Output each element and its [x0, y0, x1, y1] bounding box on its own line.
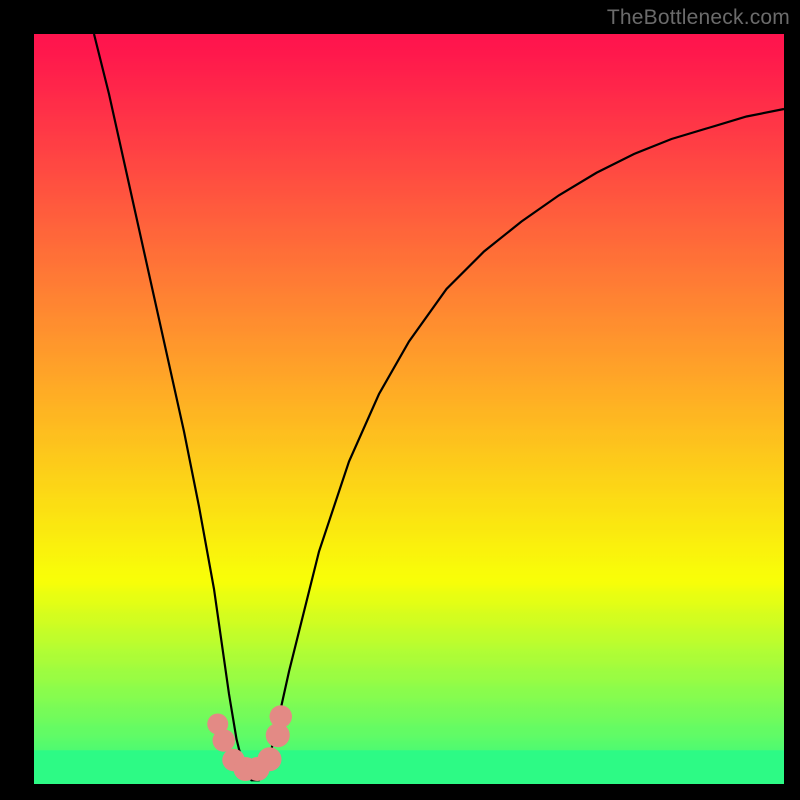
curve-marker: [270, 705, 293, 728]
watermark-text: TheBottleneck.com: [607, 6, 790, 30]
curve-marker: [213, 729, 236, 752]
plot-area: [34, 34, 784, 784]
curve-marker: [258, 747, 282, 771]
bottleneck-curve: [94, 34, 784, 780]
chart-frame: TheBottleneck.com: [0, 0, 800, 800]
plot-svg: [34, 34, 784, 784]
green-band: [34, 750, 784, 784]
